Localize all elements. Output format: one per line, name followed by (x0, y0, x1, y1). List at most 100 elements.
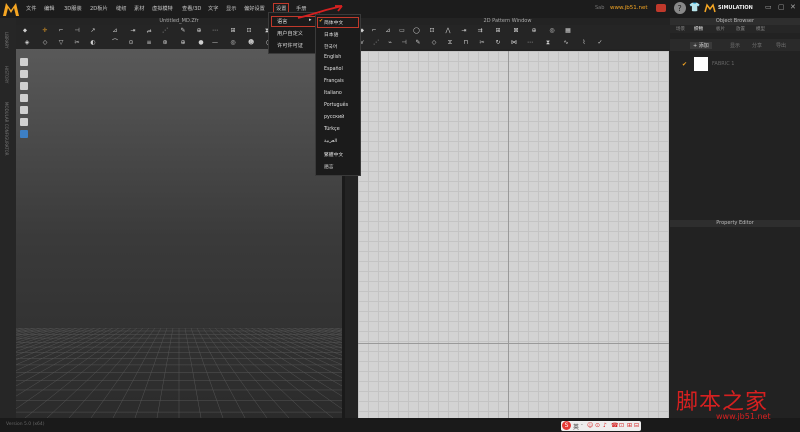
garment-display-icon[interactable] (20, 94, 28, 102)
screenshot-icon[interactable]: ⊡ (619, 422, 624, 429)
input-method-icon[interactable]: S (562, 421, 571, 430)
menu-item-user-custom[interactable]: 用户自定义 (277, 30, 303, 37)
2d-symmetry-icon[interactable]: ⋈ (511, 40, 517, 46)
steam-icon[interactable]: ⥄ (146, 28, 152, 34)
2d-offset-icon[interactable]: ⊓ (463, 40, 469, 46)
history-tab[interactable]: HISTORY (4, 66, 9, 83)
ime-lang-icon[interactable]: 英 (573, 422, 579, 431)
strain-map-icon[interactable]: ⊛ (162, 40, 168, 46)
display-icon[interactable]: ◐ (90, 40, 96, 46)
lang-ja[interactable]: 日本語 (324, 31, 338, 38)
menu-3d-garment[interactable]: 3D服装 (64, 5, 82, 12)
avatar-display-icon[interactable] (20, 118, 28, 126)
menu-view[interactable]: 查看/3D (182, 5, 201, 12)
subtab-display[interactable]: 显示 (730, 42, 740, 49)
subtab-export[interactable]: 导出 (776, 42, 786, 49)
brush-icon[interactable]: ✎ (180, 28, 186, 34)
tab-placement[interactable]: 放置 (736, 26, 745, 32)
2d-rectangle-icon[interactable]: ▭ (399, 28, 405, 34)
simulation-mode-icon[interactable] (704, 3, 716, 13)
2d-edit-point-icon[interactable]: ⌐ (371, 28, 377, 34)
tab-model[interactable]: 模型 (756, 26, 765, 32)
hanger-icon[interactable]: ⌒ (112, 40, 118, 46)
sewing-icon[interactable]: ⇥ (130, 28, 136, 34)
graphic-icon[interactable]: ⊡ (246, 28, 252, 34)
point-icon[interactable]: ◎ (230, 40, 236, 46)
menu-preferences[interactable]: 偏好设置 (244, 5, 265, 12)
minimize-icon[interactable]: ▭ (765, 3, 772, 11)
2d-measure-icon[interactable]: ⊣ (401, 40, 407, 46)
transform-icon[interactable]: ✛ (42, 28, 48, 34)
2d-rotate-icon[interactable]: ↻ (495, 40, 501, 46)
button-icon[interactable]: ⊕ (196, 28, 202, 34)
tab-scene[interactable]: 场景 (676, 26, 685, 32)
2d-fold-icon[interactable]: ◇ (431, 40, 437, 46)
2d-annotate-icon[interactable]: ✎ (415, 40, 421, 46)
texture-icon[interactable]: ⊞ (230, 28, 236, 34)
tab-fabric[interactable]: 织物 (694, 26, 703, 32)
2d-sew-icon[interactable]: ⇥ (461, 28, 467, 34)
2d-check-icon[interactable]: ✓ (597, 40, 603, 46)
lang-other[interactable]: 語言 (324, 163, 334, 170)
close-icon[interactable]: ✕ (790, 3, 796, 11)
fabric-list-item[interactable]: ✔ FABRIC 1 (670, 57, 800, 79)
clothes-icon[interactable]: 👕 (689, 3, 700, 13)
2d-mirror-icon[interactable]: ⧖ (447, 40, 453, 46)
2d-graphic-icon[interactable]: ⊠ (513, 28, 519, 34)
2d-trace-icon[interactable]: ⌁ (387, 40, 393, 46)
menu-item-license[interactable]: 许可许可证 (277, 42, 303, 49)
emoji-icon[interactable]: ☺ (587, 422, 593, 429)
2d-pleat-icon[interactable]: ⋰ (373, 40, 379, 46)
notification-icon[interactable] (656, 4, 666, 12)
2d-hole-icon[interactable]: ◎ (549, 28, 555, 34)
library-tab[interactable]: LIBRARY (4, 32, 9, 48)
menu-edit[interactable]: 编辑 (44, 5, 54, 12)
2d-texture-icon[interactable]: ⊞ (495, 28, 501, 34)
tab-pattern[interactable]: 板片 (716, 26, 725, 32)
avatar-measure-icon[interactable]: ◈ (24, 40, 30, 46)
stress-map-icon[interactable]: ⊕ (180, 40, 186, 46)
glyph-icon[interactable]: ☻ (248, 40, 254, 46)
menu-display[interactable]: 显示 (226, 5, 236, 12)
user-link[interactable]: www.jb51.net (610, 5, 648, 11)
voice-icon[interactable]: ♪ (603, 422, 607, 429)
fit-map-icon[interactable]: ▽ (58, 40, 64, 46)
mode-label[interactable]: SIMULATION (718, 5, 753, 11)
lang-zh-cn[interactable]: 简体中文 (324, 19, 343, 26)
measure-icon[interactable]: ⊿ (112, 28, 118, 34)
tack-icon[interactable]: ⊣ (74, 28, 80, 34)
2d-internal-icon[interactable]: ⊡ (429, 28, 435, 34)
pose-icon[interactable]: ◇ (42, 40, 48, 46)
lang-it[interactable]: Italiano (324, 91, 342, 96)
avatar-back-icon[interactable] (20, 70, 28, 78)
menu-text[interactable]: 文字 (208, 5, 218, 12)
grid-tray-icon[interactable]: ⊞ (627, 422, 632, 429)
avatar-side-icon[interactable] (20, 82, 28, 90)
2d-topstitch-icon[interactable]: ⋯ (527, 40, 533, 46)
menu-materials[interactable]: 素材 (134, 5, 144, 12)
fabric-display-icon[interactable] (20, 106, 28, 114)
line-icon[interactable]: — (212, 40, 218, 46)
lang-fr[interactable]: Français (324, 79, 344, 84)
lang-es[interactable]: Español (324, 67, 343, 72)
subtab-share[interactable]: 分享 (752, 42, 762, 49)
arrangement-icon[interactable]: ⊙ (128, 40, 134, 46)
lang-zh-tw[interactable]: 繁體中文 (324, 151, 343, 158)
lang-ko[interactable]: 한국어 (324, 43, 337, 50)
add-button[interactable]: + 添加 (690, 42, 712, 49)
texture-toggle-icon[interactable] (20, 130, 28, 138)
2d-cut-icon[interactable]: ✂ (479, 40, 485, 46)
2d-grid-icon[interactable]: ▦ (565, 28, 571, 34)
shirt-icon[interactable]: ✂ (74, 40, 80, 46)
ime-punct-icon[interactable]: · (581, 422, 583, 429)
2d-dart-icon[interactable]: ⋀ (445, 28, 451, 34)
pin-icon[interactable]: ↗ (90, 28, 96, 34)
modular-configurator-tab[interactable]: MODULAR CONFIGURATOR (4, 102, 9, 156)
menu-avatar[interactable]: 虚拟模特 (152, 5, 173, 12)
lang-tr[interactable]: Türkçe (324, 127, 340, 132)
2d-tape-icon[interactable]: ⌇ (581, 40, 587, 46)
layer-icon[interactable]: ≡ (146, 40, 152, 46)
maximize-icon[interactable]: ▢ (778, 3, 785, 11)
select-move-icon[interactable]: ⬥ (22, 28, 28, 34)
fold-arrangement-icon[interactable]: ⌐ (58, 28, 64, 34)
